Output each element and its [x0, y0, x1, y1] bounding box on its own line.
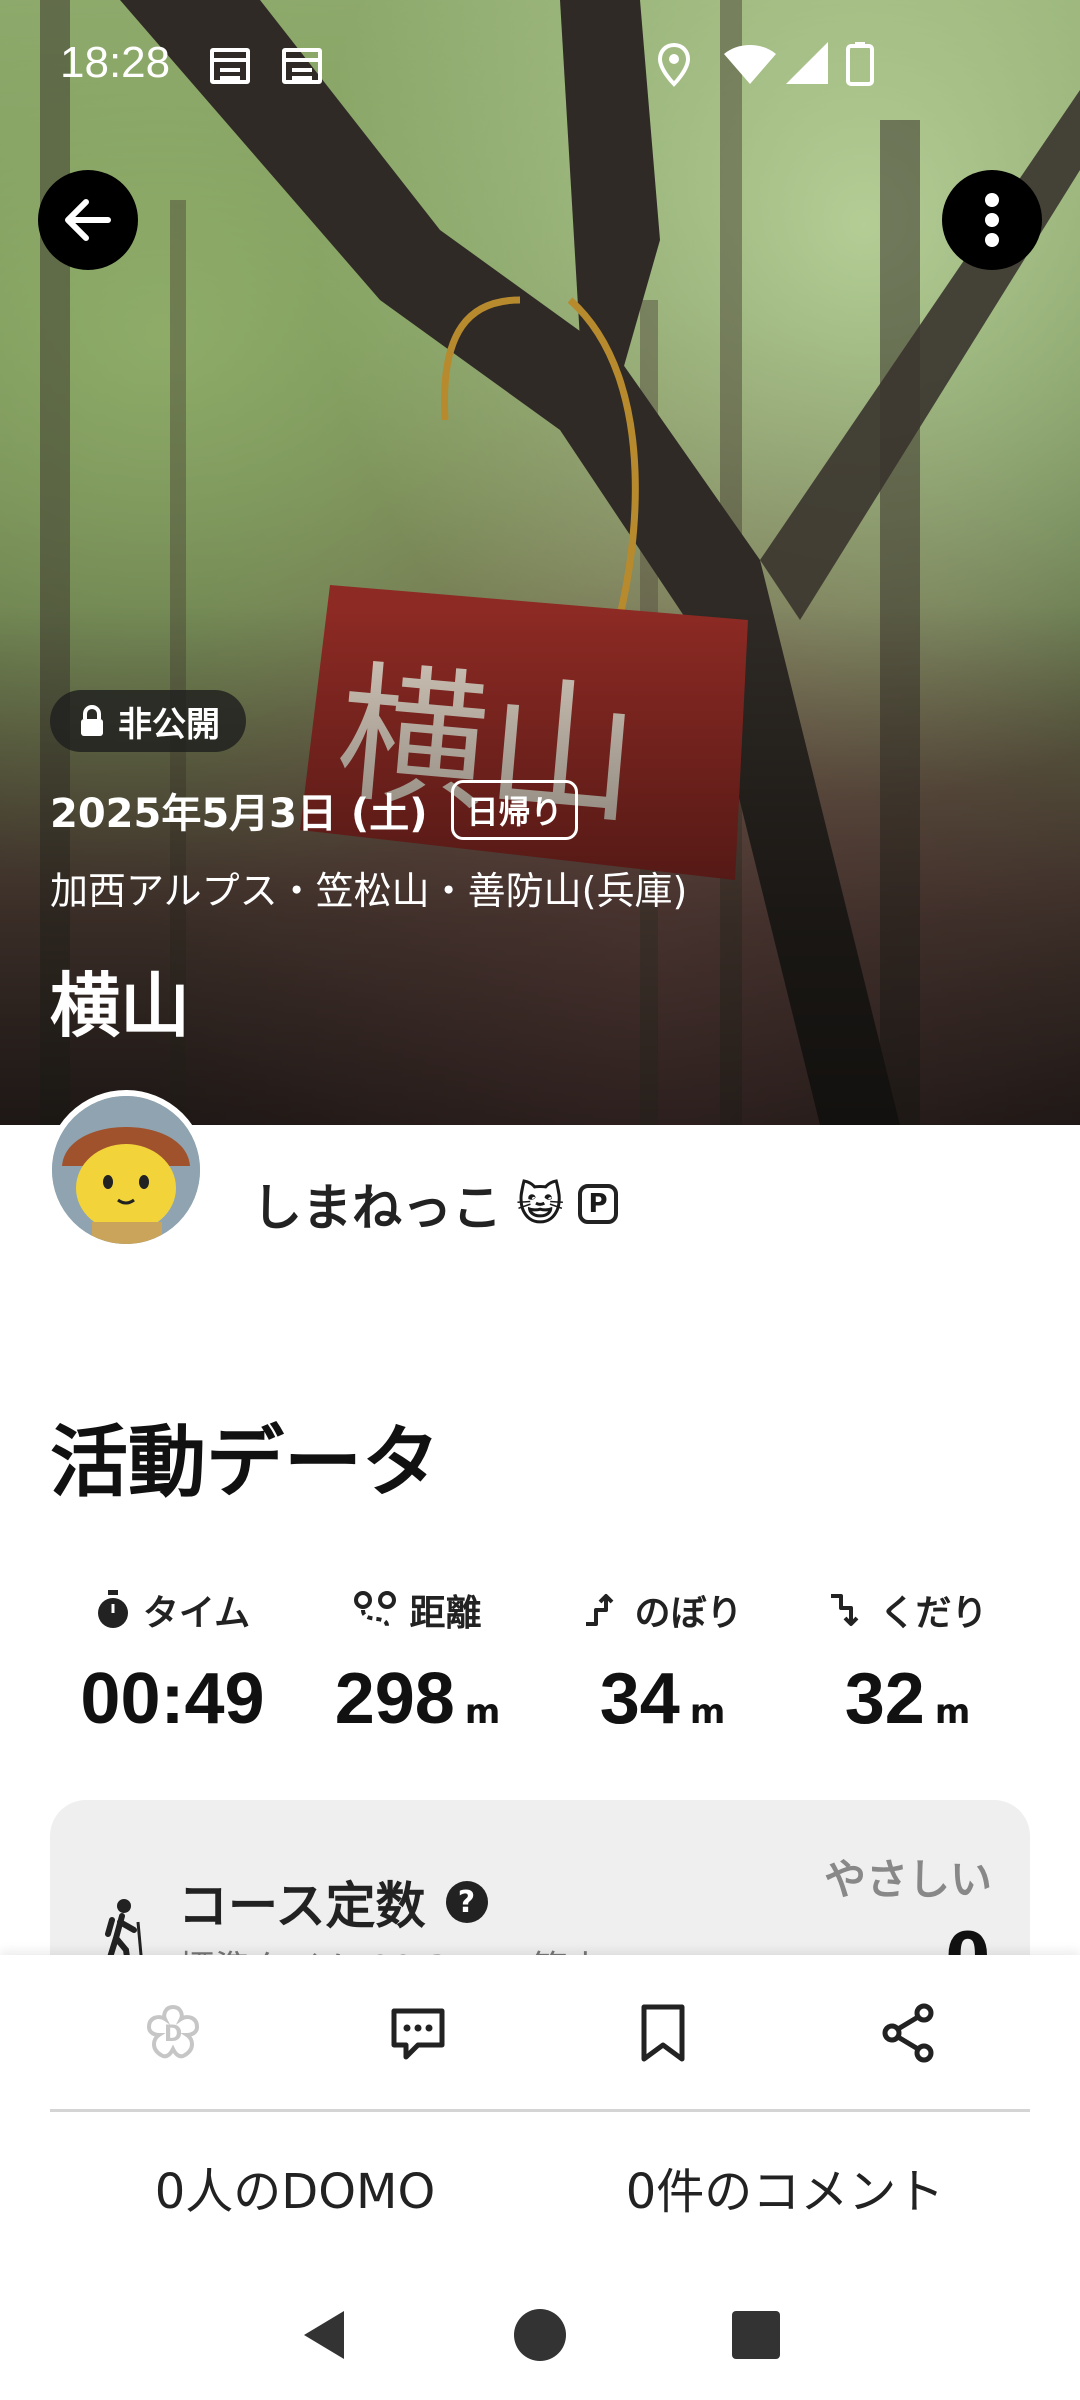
avatar[interactable] — [46, 1090, 206, 1250]
stat-unit: m — [934, 1692, 971, 1732]
stat-unit: m — [464, 1692, 501, 1732]
course-title: コース定数 — [178, 1877, 426, 1935]
domo-count[interactable]: 0人のDOMO — [50, 2112, 540, 2262]
stat-label: タイム — [142, 1593, 251, 1634]
stat-label: のぼり — [634, 1593, 743, 1634]
share-icon — [882, 2003, 933, 2062]
course-title-row: コース定数 ? — [178, 1866, 488, 1938]
cat-emoji-icon: 😺 — [516, 1177, 564, 1231]
counts-row: 0人のDOMO 0件のコメント — [50, 2112, 1030, 2262]
comment-button[interactable] — [295, 1955, 540, 2110]
route-icon — [354, 1591, 397, 1627]
share-button[interactable] — [785, 1955, 1030, 2110]
more-vertical-icon — [985, 193, 999, 247]
privacy-badge: 非公開 — [50, 690, 246, 752]
calendar-icon — [282, 48, 322, 84]
svg-text:D: D — [164, 2022, 182, 2047]
calendar-icon — [210, 48, 250, 84]
status-bar: 18:28 — [0, 0, 1080, 130]
location-icon — [657, 42, 691, 87]
nav-home-button[interactable] — [512, 2307, 568, 2363]
signal-icon — [786, 42, 828, 84]
action-row: D — [50, 1955, 1030, 2110]
activity-date: 2025年5月3日 (土) — [50, 791, 428, 837]
arrow-left-icon — [65, 199, 111, 241]
status-time: 18:28 — [60, 38, 171, 87]
battery-icon — [846, 42, 874, 86]
bookmark-icon — [641, 2004, 684, 2061]
mountain-area[interactable]: 加西アルプス・笠松山・善防山(兵庫) — [50, 860, 687, 915]
user-row[interactable]: しまねっこ 😺 P — [252, 1168, 618, 1240]
stat-time: タイム 00:49 — [50, 1580, 295, 1740]
stat-label: くだり — [879, 1593, 988, 1634]
course-level: やさしい — [823, 1855, 992, 1904]
stat-value: 32 — [844, 1659, 925, 1739]
help-icon[interactable]: ? — [445, 1881, 488, 1923]
stat-descent: くだり 32 m — [785, 1580, 1030, 1740]
stat-distance: 距離 298 m — [295, 1580, 540, 1740]
comment-icon — [391, 2008, 444, 2059]
stat-value: 298 — [334, 1659, 455, 1739]
wifi-icon — [724, 45, 776, 84]
comment-count[interactable]: 0件のコメント — [540, 2112, 1030, 2262]
section-title-activity: 活動データ — [50, 1418, 441, 1508]
bookmark-button[interactable] — [540, 1955, 785, 2110]
trip-type-badge: 日帰り — [451, 780, 578, 840]
more-button[interactable] — [942, 170, 1042, 270]
page-title: 横山 — [50, 965, 190, 1047]
nav-back-button[interactable] — [296, 2307, 352, 2363]
stat-value: 34 — [599, 1659, 680, 1739]
premium-badge: P — [577, 1184, 618, 1224]
stopwatch-icon — [97, 1590, 128, 1628]
system-nav-bar — [0, 2270, 1080, 2400]
nav-recents-button[interactable] — [728, 2307, 784, 2363]
stat-ascent: のぼり 34 m — [540, 1580, 785, 1740]
activity-date-row: 2025年5月3日 (土) 日帰り — [50, 780, 578, 840]
stat-label: 距離 — [409, 1593, 482, 1634]
stat-unit: m — [689, 1692, 726, 1732]
descent-icon — [831, 1594, 859, 1626]
hero-photo: 横山 18:28 非公開 — [0, 0, 1080, 1125]
stat-value: 00:49 — [80, 1659, 265, 1739]
avatar-image — [52, 1096, 200, 1244]
user-name: しまねっこ — [252, 1179, 502, 1237]
ascent-icon — [586, 1594, 614, 1626]
stats-row: タイム 00:49 距離 298 m のぼり 34 m くだり 32 m — [50, 1580, 1030, 1740]
domo-flower-icon: D — [146, 2004, 199, 2058]
domo-button[interactable]: D — [50, 1955, 295, 2110]
lock-icon — [81, 705, 103, 736]
back-button[interactable] — [38, 170, 138, 270]
privacy-label: 非公開 — [118, 704, 220, 745]
